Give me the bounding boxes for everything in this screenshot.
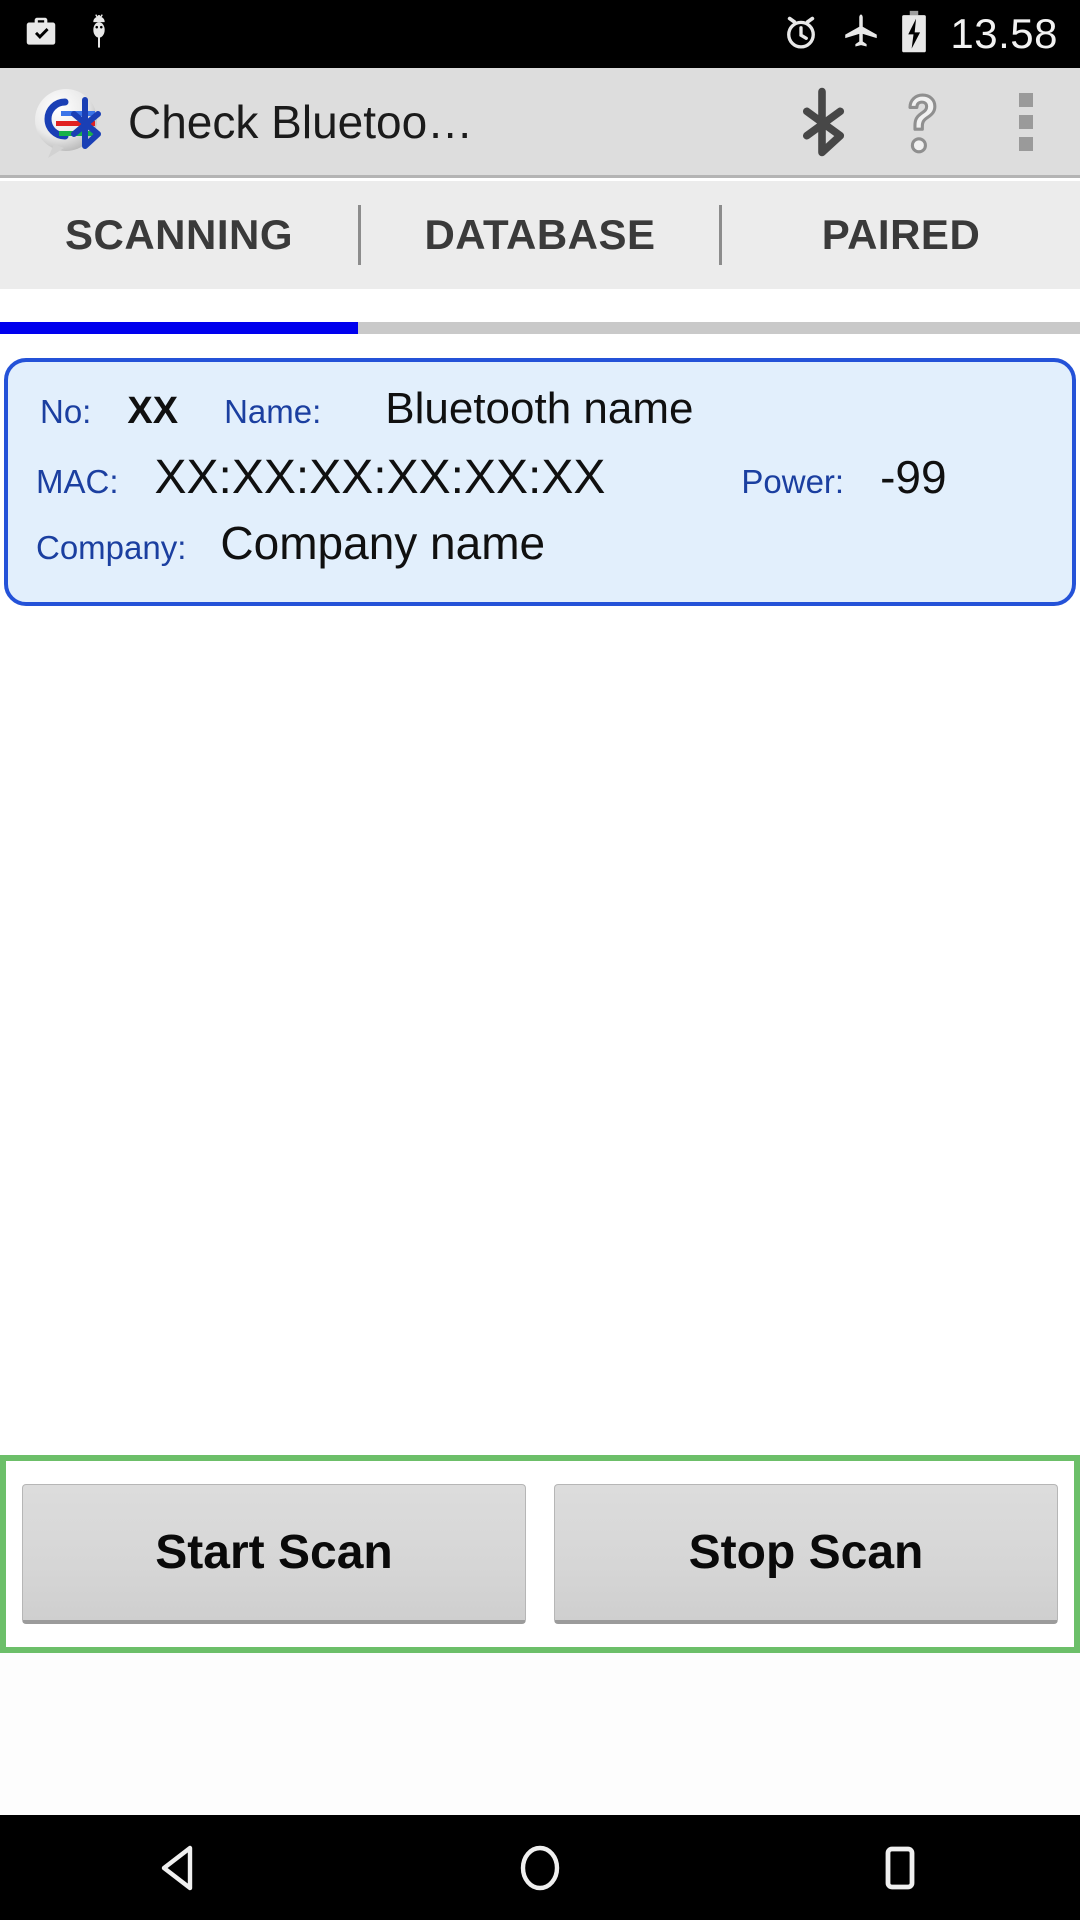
device-power-label: Power: [741, 463, 845, 500]
action-bar: Check Bluetoo… [0, 68, 1080, 178]
tab-database[interactable]: DATABASE [361, 181, 719, 289]
status-bar-left-icons [22, 12, 116, 57]
status-bar: 13.58 [0, 0, 1080, 68]
phone-screen: 13.58 Check Bluetoo… SCANNING DATABASE P… [0, 0, 1080, 1920]
device-company-label: Company: [36, 529, 187, 566]
bluetooth-toggle-icon[interactable] [772, 67, 872, 177]
device-mac-label: MAC: [36, 463, 119, 500]
device-mac-value: XX:XX:XX:XX:XX:XX [154, 451, 606, 504]
device-row-company: Company: Company name [8, 516, 1072, 582]
device-row-name: No: XX Name: Bluetooth name [8, 384, 1072, 450]
tab-scanning[interactable]: SCANNING [0, 181, 358, 289]
overflow-dots [1019, 92, 1033, 151]
usb-debugging-icon [82, 12, 116, 57]
bottom-spacer [0, 1653, 1080, 1815]
device-name-value: Bluetooth name [385, 384, 694, 433]
check-bluetooth-app-icon[interactable] [28, 84, 104, 160]
recents-button[interactable] [800, 1815, 1000, 1920]
airplane-mode-icon [840, 11, 882, 58]
help-icon[interactable] [872, 67, 972, 177]
overflow-menu-icon[interactable] [972, 67, 1080, 177]
tab-selected-indicator [0, 322, 358, 334]
bluetooth-device-card[interactable]: No: XX Name: Bluetooth name MAC: XX:XX:X… [4, 358, 1076, 606]
stop-scan-button[interactable]: Stop Scan [554, 1484, 1058, 1624]
start-scan-button[interactable]: Start Scan [22, 1484, 526, 1624]
device-list-area [0, 606, 1080, 1467]
device-no-label: No: [40, 393, 92, 430]
battery-charging-icon [900, 10, 928, 59]
device-row-mac: MAC: XX:XX:XX:XX:XX:XX Power: -99 [8, 450, 1072, 516]
status-bar-right-icons: 13.58 [780, 10, 1058, 59]
tab-paired[interactable]: PAIRED [722, 181, 1080, 289]
work-profile-icon [22, 13, 60, 56]
device-power-value: -99 [880, 451, 947, 503]
status-bar-clock: 13.58 [950, 10, 1058, 57]
device-name-label: Name: [224, 393, 322, 430]
home-button[interactable] [440, 1815, 640, 1920]
back-button[interactable] [80, 1815, 280, 1920]
android-navigation-bar [0, 1815, 1080, 1920]
page-title: Check Bluetoo… [128, 95, 474, 148]
tab-bar: SCANNING DATABASE PAIRED [0, 181, 1080, 289]
device-no-value: XX [127, 390, 179, 432]
device-company-value: Company name [220, 517, 546, 569]
scan-controls-bar: Start Scan Stop Scan [0, 1455, 1080, 1653]
action-bar-actions [772, 67, 1080, 177]
alarm-icon [780, 11, 822, 58]
